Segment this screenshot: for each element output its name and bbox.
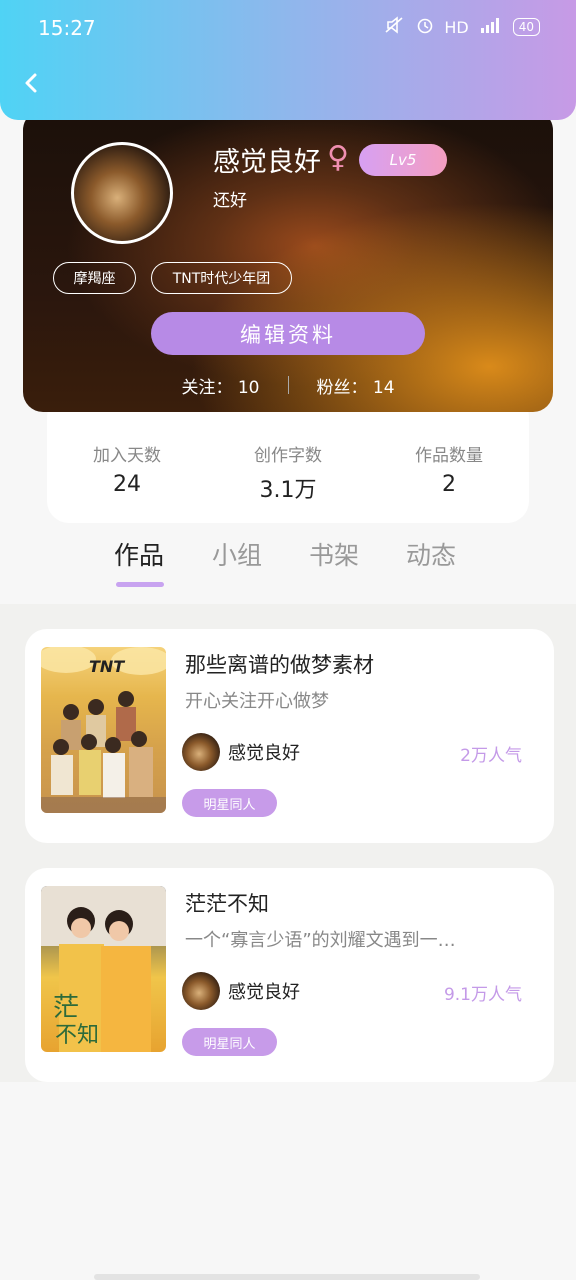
tab-bookshelf[interactable]: 书架 bbox=[309, 536, 359, 572]
alarm-icon bbox=[416, 16, 434, 38]
stat-join-days: 加入天数 24 bbox=[47, 441, 207, 497]
following-link[interactable]: 关注： 10 bbox=[181, 373, 259, 398]
popularity-count: 2万人气 bbox=[460, 746, 522, 766]
work-description: 一个“寡言少语”的刘耀文遇到一… bbox=[185, 930, 456, 951]
active-tab-indicator bbox=[116, 582, 164, 587]
stat-word-count: 创作字数 3.1万 bbox=[208, 441, 368, 504]
divider bbox=[287, 376, 289, 394]
status-icons: HD 40 bbox=[384, 16, 540, 38]
stat-works-count: 作品数量 2 bbox=[369, 441, 529, 497]
stat-label: 加入天数 bbox=[93, 446, 161, 466]
stats-card: 加入天数 24 创作字数 3.1万 作品数量 2 bbox=[47, 395, 529, 523]
work-cover-image[interactable]: 茫 不知 bbox=[41, 886, 166, 1052]
work-description: 开心关注开心做梦 bbox=[185, 691, 329, 712]
stat-value: 3.1万 bbox=[259, 478, 317, 503]
home-indicator[interactable] bbox=[94, 1274, 480, 1280]
followers-link[interactable]: 粉丝： 14 bbox=[317, 373, 395, 398]
cover-logo-text: TNT bbox=[89, 657, 125, 676]
svg-text:茫: 茫 bbox=[53, 993, 79, 1023]
battery-icon: 40 bbox=[512, 18, 540, 36]
work-title: 那些离谱的做梦素材 bbox=[185, 653, 374, 677]
edit-profile-button[interactable]: 编辑资料 bbox=[151, 312, 425, 355]
category-tag[interactable]: 明星同人 bbox=[182, 789, 277, 817]
followers-label: 粉丝： bbox=[316, 377, 368, 398]
top-header: 15:27 HD 40 bbox=[0, 0, 576, 120]
work-title: 茫茫不知 bbox=[185, 892, 269, 916]
work-card[interactable]: 茫 不知 茫茫不知 一个“寡言少语”的刘耀文遇到一… 感觉良好 9.1万人气 明… bbox=[25, 868, 554, 1082]
stat-value: 2 bbox=[442, 472, 456, 497]
author-avatar[interactable] bbox=[182, 733, 220, 771]
svg-text:不知: 不知 bbox=[55, 1023, 99, 1048]
profile-card: 感觉良好 ♀ Lv5 还好 摩羯座 TNT时代少年团 编辑资料 关注： 10 粉… bbox=[23, 110, 553, 412]
author-name[interactable]: 感觉良好 bbox=[228, 739, 300, 765]
back-button[interactable] bbox=[14, 66, 48, 100]
stat-value: 24 bbox=[113, 472, 141, 497]
network-label: HD bbox=[444, 17, 469, 37]
following-count: 10 bbox=[237, 377, 260, 398]
work-card[interactable]: TNT 那些离谱的做梦素材 开心关注开心做梦 感觉良好 2万人气 明星同人 bbox=[25, 629, 554, 843]
mute-icon bbox=[384, 16, 406, 38]
works-list: TNT 那些离谱的做梦素材 开心关注开心做梦 感觉良好 2万人气 明星同人 茫 … bbox=[0, 604, 576, 1082]
stat-label: 创作字数 bbox=[254, 446, 322, 466]
following-label: 关注： bbox=[181, 377, 233, 398]
category-tag[interactable]: 明星同人 bbox=[182, 1028, 277, 1056]
work-cover-image[interactable]: TNT bbox=[41, 647, 166, 813]
chevron-left-icon bbox=[25, 73, 37, 93]
author-name[interactable]: 感觉良好 bbox=[228, 978, 300, 1004]
avatar[interactable] bbox=[71, 142, 173, 244]
female-gender-icon: ♀ bbox=[327, 140, 349, 175]
tab-moments[interactable]: 动态 bbox=[406, 536, 456, 572]
profile-signature: 还好 bbox=[213, 191, 247, 211]
tab-bar: 作品 小组 书架 动态 bbox=[110, 536, 510, 596]
signal-icon bbox=[479, 16, 503, 38]
author-avatar[interactable] bbox=[182, 972, 220, 1010]
tab-group[interactable]: 小组 bbox=[212, 536, 262, 572]
profile-tag: 摩羯座 bbox=[53, 262, 136, 294]
profile-tag: TNT时代少年团 bbox=[151, 262, 292, 294]
status-time: 15:27 bbox=[38, 16, 96, 40]
popularity-count: 9.1万人气 bbox=[443, 985, 522, 1005]
tab-works[interactable]: 作品 bbox=[114, 536, 164, 572]
follow-stats: 关注： 10 粉丝： 14 bbox=[23, 370, 553, 400]
duo-photo-illustration: 茫 不知 bbox=[41, 886, 166, 1052]
level-badge: Lv5 bbox=[359, 144, 447, 176]
stat-label: 作品数量 bbox=[415, 446, 483, 466]
profile-nickname: 感觉良好 bbox=[213, 147, 321, 178]
followers-count: 14 bbox=[372, 377, 395, 398]
